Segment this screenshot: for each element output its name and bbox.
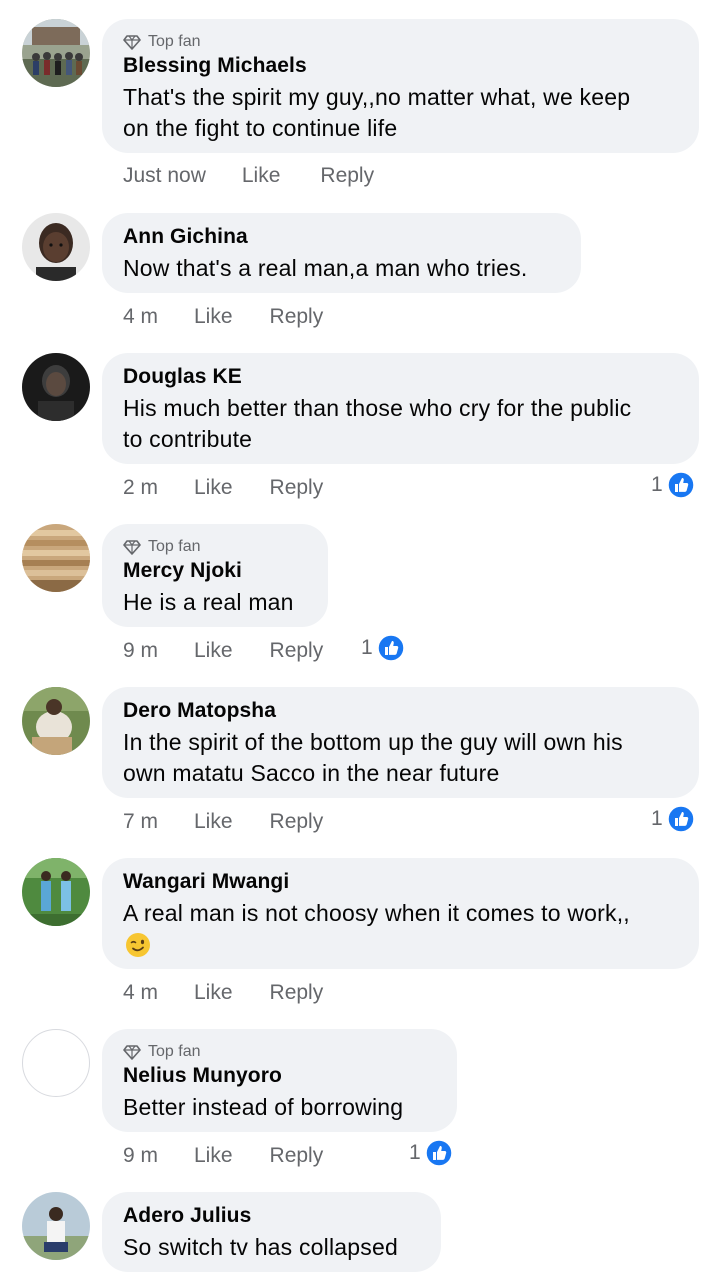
comment-text-line: Now that's a real man,a man who tries.: [123, 255, 528, 281]
avatar[interactable]: [22, 213, 90, 281]
reaction-count: 1: [651, 473, 663, 496]
comment-text-line: In the spirit of the bottom up the guy w…: [123, 729, 623, 755]
commenter-name[interactable]: Douglas KE: [123, 365, 242, 389]
avatar[interactable]: [22, 353, 90, 421]
comment-text-line: own matatu Sacco in the near future: [123, 760, 500, 786]
reaction-count: 1: [361, 636, 373, 659]
comment-bubble: Douglas KE His much better than those wh…: [102, 353, 699, 464]
comment-actions: 4 m Like Reply: [123, 978, 323, 1008]
reaction-summary[interactable]: 1: [361, 633, 405, 663]
badge-label: Top fan: [148, 33, 201, 50]
like-button[interactable]: Like: [194, 305, 233, 329]
top-fan-badge: Top fan: [123, 537, 200, 557]
comment-text-line: So switch tv has collapsed: [123, 1234, 398, 1260]
reaction-summary[interactable]: 1: [651, 470, 695, 500]
avatar[interactable]: [22, 524, 90, 592]
avatar-photo-icon: [22, 213, 90, 281]
winking-face-icon: [126, 933, 150, 957]
reply-button[interactable]: Reply: [270, 1144, 324, 1168]
like-button[interactable]: Like: [194, 1144, 233, 1168]
comment-bubble: Ann Gichina Now that's a real man,a man …: [102, 213, 581, 293]
comment-bubble: Dero Matopsha In the spirit of the botto…: [102, 687, 699, 798]
comment-actions: 2 m Like Reply: [123, 473, 323, 503]
like-button[interactable]: Like: [194, 981, 233, 1005]
like-reaction-icon: [376, 634, 405, 662]
like-reaction-icon: [666, 805, 695, 833]
comment-actions: 4 m Like Reply: [123, 302, 323, 332]
top-fan-badge: Top fan: [123, 1042, 200, 1062]
comment-timestamp[interactable]: 4 m: [123, 981, 159, 1005]
reply-button[interactable]: Reply: [270, 305, 324, 329]
avatar[interactable]: [22, 858, 90, 926]
comment-timestamp[interactable]: Just now: [123, 164, 206, 188]
avatar-photo-icon: [22, 858, 90, 926]
comment-bubble: Top fan Mercy Njoki He is a real man: [102, 524, 328, 627]
diamond-icon: [123, 1045, 141, 1060]
reaction-count: 1: [409, 1141, 421, 1164]
like-button[interactable]: Like: [194, 476, 233, 500]
avatar-photo-icon: [22, 19, 90, 87]
reaction-summary[interactable]: 1: [651, 804, 695, 834]
reply-button[interactable]: Reply: [270, 476, 324, 500]
comment-timestamp[interactable]: 9 m: [123, 639, 159, 663]
commenter-name[interactable]: Dero Matopsha: [123, 699, 276, 723]
comment-timestamp[interactable]: 7 m: [123, 810, 159, 834]
comment-text-line: to contribute: [123, 426, 253, 452]
avatar-photo-icon: [22, 687, 90, 755]
badge-label: Top fan: [148, 1043, 201, 1060]
avatar[interactable]: [22, 1192, 90, 1260]
reply-button[interactable]: Reply: [270, 639, 324, 663]
comment-timestamp[interactable]: 9 m: [123, 1144, 159, 1168]
like-reaction-icon: [424, 1139, 453, 1167]
comment-bubble: Top fan Blessing Michaels That's the spi…: [102, 19, 699, 153]
commenter-name[interactable]: Wangari Mwangi: [123, 870, 289, 894]
comment-timestamp[interactable]: 2 m: [123, 476, 159, 500]
badge-label: Top fan: [148, 538, 201, 555]
like-reaction-icon: [666, 471, 695, 499]
diamond-icon: [123, 540, 141, 555]
avatar[interactable]: [22, 687, 90, 755]
comment-actions: 9 m Like Reply: [123, 636, 323, 666]
comment-text-line: A real man is not choosy when it comes t…: [123, 900, 630, 926]
comment-bubble: Top fan Nelius Munyoro Better instead of…: [102, 1029, 457, 1132]
commenter-name[interactable]: Blessing Michaels: [123, 54, 307, 78]
reply-button[interactable]: Reply: [320, 164, 374, 188]
comment-bubble: Wangari Mwangi A real man is not choosy …: [102, 858, 699, 969]
commenter-name[interactable]: Mercy Njoki: [123, 559, 242, 583]
avatar-photo-icon: [22, 524, 90, 592]
comment-text-line: His much better than those who cry for t…: [123, 395, 632, 421]
reply-button[interactable]: Reply: [270, 810, 324, 834]
top-fan-badge: Top fan: [123, 32, 200, 52]
reaction-count: 1: [651, 807, 663, 830]
comment-actions: 9 m Like Reply: [123, 1141, 323, 1171]
commenter-name[interactable]: Adero Julius: [123, 1204, 251, 1228]
reply-button[interactable]: Reply: [270, 981, 324, 1005]
reaction-summary[interactable]: 1: [409, 1138, 453, 1168]
comment-actions: Just now Like Reply: [123, 161, 374, 191]
comment-actions: 7 m Like Reply: [123, 807, 323, 837]
commenter-name[interactable]: Nelius Munyoro: [123, 1064, 282, 1088]
avatar[interactable]: [22, 1029, 90, 1097]
avatar-photo-icon: [22, 353, 90, 421]
comment-text-line: He is a real man: [123, 589, 294, 615]
like-button[interactable]: Like: [194, 639, 233, 663]
comment-bubble: Adero Julius So switch tv has collapsed: [102, 1192, 441, 1272]
like-button[interactable]: Like: [242, 164, 281, 188]
like-button[interactable]: Like: [194, 810, 233, 834]
commenter-name[interactable]: Ann Gichina: [123, 225, 248, 249]
avatar-photo-icon: [22, 1192, 90, 1260]
diamond-icon: [123, 35, 141, 50]
comment-text-line: Better instead of borrowing: [123, 1094, 404, 1120]
comment-timestamp[interactable]: 4 m: [123, 305, 159, 329]
avatar[interactable]: [22, 19, 90, 87]
comment-text-line: That's the spirit my guy,,no matter what…: [123, 84, 631, 110]
comment-text-line: on the fight to continue life: [123, 115, 398, 141]
